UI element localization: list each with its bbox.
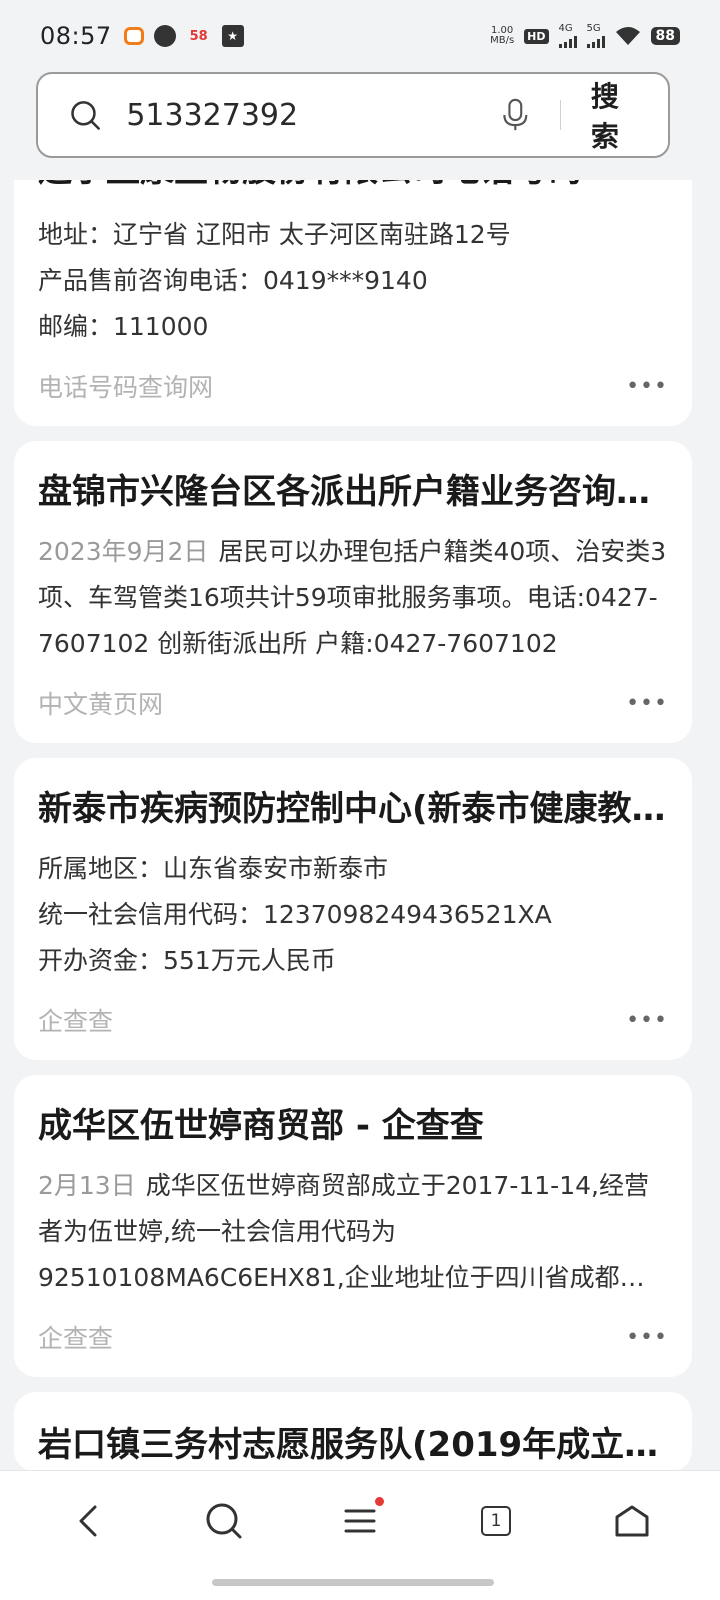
result-footer: 企查查 ••• — [38, 1002, 668, 1038]
status-indicators: 1.00 MB/s HD 4G 5G 88 — [490, 24, 680, 48]
status-time: 08:57 — [40, 22, 112, 50]
search-input[interactable] — [124, 96, 502, 134]
more-dots-icon[interactable]: ••• — [626, 374, 668, 399]
result-footer: 中文黄页网 ••• — [38, 685, 668, 721]
network-speed: 1.00 MB/s — [490, 25, 515, 46]
status-bar: 08:57 58 ★ 1.00 MB/s HD 4G 5G 88 — [0, 0, 720, 72]
signal-4g-icon: 4G — [558, 24, 577, 48]
result-card[interactable]: 辽宁盘康生物股份有限公司电话号码 地址：辽宁省 辽阳市 太子河区南驻路12号 产… — [14, 180, 692, 426]
result-source[interactable]: 企查查 — [38, 1002, 113, 1038]
result-source[interactable]: 中文黄页网 — [38, 685, 163, 721]
search-icon — [71, 101, 100, 130]
result-footer: 企查查 ••• — [38, 1319, 668, 1355]
more-dots-icon[interactable]: ••• — [626, 691, 668, 716]
result-body: 所属地区：山东省泰安市新泰市 统一社会信用代码：1237098249436521… — [38, 854, 552, 975]
hd-voice-icon: HD — [524, 28, 549, 44]
home-button[interactable] — [602, 1491, 662, 1551]
search-button[interactable]: 搜索 — [591, 75, 638, 155]
chat-bubble-icon — [153, 25, 176, 47]
search-bar[interactable]: 搜索 — [36, 72, 670, 158]
result-card[interactable]: 成华区伍世婷商贸部 - 企查查 2月13日 成华区伍世婷商贸部成立于2017-11… — [14, 1075, 692, 1377]
tabs-icon: 1 — [481, 1506, 511, 1536]
result-title[interactable]: 成华区伍世婷商贸部 - 企查查 — [38, 1103, 668, 1149]
result-title[interactable]: 新泰市疾病预防控制中心(新泰市健康教育所) — [38, 786, 668, 832]
star-notification-icon: ★ — [221, 25, 244, 47]
home-indicator[interactable] — [212, 1579, 494, 1586]
result-footer: 电话号码查询网 ••• — [38, 368, 668, 404]
bottom-navigation: 1 — [0, 1470, 720, 1600]
result-card[interactable]: 岩口镇三务村志愿服务队(2019年成立的) — [14, 1392, 692, 1470]
result-snippet: 2月13日 成华区伍世婷商贸部成立于2017-11-14,经营者为伍世婷,统一社会… — [38, 1171, 649, 1292]
search-results[interactable]: 辽宁盘康生物股份有限公司电话号码 地址：辽宁省 辽阳市 太子河区南驻路12号 产… — [14, 180, 692, 1470]
chevron-left-icon — [79, 1505, 97, 1537]
tabs-button[interactable]: 1 — [466, 1491, 526, 1551]
search-icon — [206, 1503, 242, 1539]
result-snippet: 2023年9月2日 居民可以办理包括户籍类40项、治安类3项、车驾管类16项共计5… — [38, 537, 667, 658]
battery-icon: 88 — [650, 27, 680, 45]
result-date: 2023年9月2日 — [38, 537, 209, 566]
notification-dot — [375, 1497, 384, 1506]
result-date: 2月13日 — [38, 1171, 136, 1200]
result-title[interactable]: 盘锦市兴隆台区各派出所户籍业务咨询电话 — [38, 469, 668, 515]
result-source[interactable]: 企查查 — [38, 1319, 113, 1355]
menu-button[interactable] — [330, 1491, 390, 1551]
menu-icon — [344, 1509, 376, 1533]
back-button[interactable] — [58, 1491, 118, 1551]
home-icon — [615, 1505, 649, 1537]
result-card[interactable]: 新泰市疾病预防控制中心(新泰市健康教育所) 所属地区：山东省泰安市新泰市 统一社… — [14, 758, 692, 1060]
app-notification-icon — [123, 27, 144, 45]
nav-search-button[interactable] — [194, 1491, 254, 1551]
result-source[interactable]: 电话号码查询网 — [38, 368, 213, 404]
more-dots-icon[interactable]: ••• — [626, 1325, 668, 1350]
result-title[interactable]: 岩口镇三务村志愿服务队(2019年成立的) — [38, 1422, 668, 1468]
more-dots-icon[interactable]: ••• — [626, 1008, 668, 1033]
result-card[interactable]: 盘锦市兴隆台区各派出所户籍业务咨询电话 2023年9月2日 居民可以办理包括户籍类… — [14, 441, 692, 743]
result-body: 地址：辽宁省 辽阳市 太子河区南驻路12号 产品售前咨询电话：0419***91… — [38, 220, 511, 341]
app-58-icon: 58 — [189, 28, 208, 44]
signal-5g-icon: 5G — [586, 24, 605, 48]
notification-icons: 58 ★ — [123, 25, 244, 47]
microphone-icon[interactable] — [501, 95, 530, 135]
wifi-icon — [615, 27, 640, 45]
search-divider — [559, 100, 561, 130]
result-title[interactable]: 辽宁盘康生物股份有限公司电话号码 — [38, 180, 668, 188]
